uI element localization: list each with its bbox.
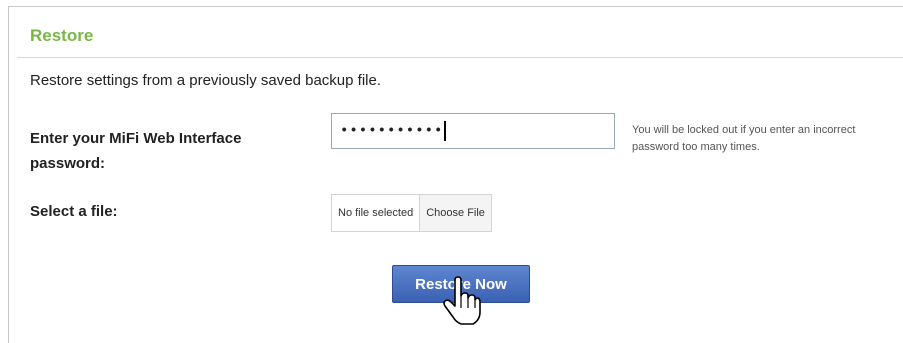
password-label: Enter your MiFi Web Interface password: bbox=[30, 130, 242, 172]
password-input[interactable]: ••••••••••• bbox=[331, 113, 615, 149]
section-description: Restore settings from a previously saved… bbox=[30, 72, 381, 89]
lockout-warning: You will be locked out if you enter an i… bbox=[632, 124, 856, 153]
file-label: Select a file: bbox=[30, 203, 118, 220]
file-picker[interactable]: No file selected Choose File bbox=[331, 194, 492, 232]
file-status: No file selected bbox=[332, 195, 420, 231]
hand-pointer-icon bbox=[443, 276, 481, 325]
text-caret bbox=[444, 121, 447, 141]
choose-file-button[interactable]: Choose File bbox=[419, 195, 491, 231]
section-title: Restore bbox=[30, 26, 94, 45]
title-divider bbox=[17, 57, 903, 58]
password-masked-value: ••••••••••• bbox=[340, 123, 444, 139]
